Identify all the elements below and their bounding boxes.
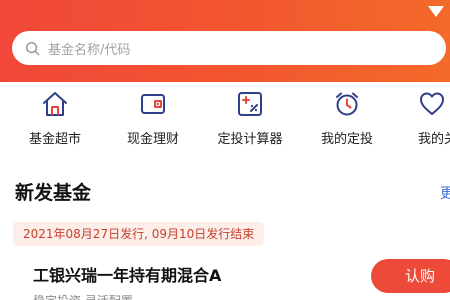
fund-name[interactable]: 工银兴瑞一年持有期混合A xyxy=(33,262,221,286)
section-more-link[interactable]: 更 xyxy=(440,183,450,203)
menu-item-label: 我的关 xyxy=(418,132,450,147)
wallet-icon xyxy=(141,94,165,114)
menu-item-cash-finance[interactable]: 现金理财 xyxy=(113,90,193,147)
calculator-icon xyxy=(238,92,262,116)
menu-item-label: 现金理财 xyxy=(126,132,179,147)
menu-item-label: 基金超市 xyxy=(28,132,81,147)
menu-item-my-favorites[interactable]: 我的关 xyxy=(404,90,450,147)
menu-item-label: 定投计算器 xyxy=(217,132,283,147)
menu-item-my-investment-plan[interactable]: 我的定投 xyxy=(307,90,387,147)
wifi-icon xyxy=(428,6,444,17)
search-placeholder: 基金名称/代码 xyxy=(48,42,131,58)
heart-icon xyxy=(420,92,444,115)
search-icon xyxy=(25,41,40,55)
fund-subtitle: 稳定投资 灵活配置 xyxy=(33,292,133,300)
search-input[interactable]: 基金名称/代码 xyxy=(12,31,446,65)
quick-menu: 基金超市 现金理财 定投计算器 我的定投 我的 xyxy=(0,90,450,160)
section-title: 新发基金 xyxy=(15,182,92,204)
menu-item-label: 我的定投 xyxy=(320,132,373,147)
subscribe-button[interactable]: 认购 xyxy=(371,259,450,293)
alarm-clock-icon xyxy=(336,92,358,116)
menu-item-fund-market[interactable]: 基金超市 xyxy=(15,90,95,147)
menu-item-investment-calculator[interactable]: 定投计算器 xyxy=(210,90,290,147)
house-icon xyxy=(43,92,67,116)
fund-date-badge: 2021年08月27日发行, 09月10日发行结束 xyxy=(13,222,265,246)
